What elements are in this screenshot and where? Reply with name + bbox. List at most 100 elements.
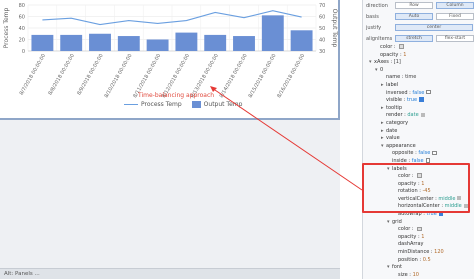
legend-process-temp[interactable]: Process Temp bbox=[124, 101, 182, 108]
property-value[interactable]: 10 bbox=[413, 272, 419, 278]
option-row-3: alignItems stretch flex-start bbox=[363, 33, 474, 44]
option-button[interactable]: Column bbox=[436, 2, 474, 9]
property-value[interactable]: middle bbox=[445, 203, 462, 209]
property-row[interactable]: ▸ category bbox=[363, 120, 474, 128]
option-button[interactable]: stretch bbox=[395, 35, 433, 42]
property-row[interactable]: ▾ grid bbox=[363, 219, 474, 227]
property-value[interactable]: true bbox=[427, 211, 437, 217]
property-value[interactable]: middle bbox=[438, 196, 455, 202]
property-row[interactable]: visible : true bbox=[363, 97, 474, 105]
y-right-tick-label: 70 bbox=[319, 3, 325, 9]
property-editor: direction Row Column basis Auto Fixed justify c… bbox=[362, 0, 474, 279]
property-key: render bbox=[386, 112, 403, 119]
color-swatch[interactable] bbox=[399, 44, 404, 49]
option-button[interactable]: center bbox=[395, 24, 473, 31]
dropdown-icon[interactable] bbox=[463, 203, 468, 208]
property-value[interactable]: 1 bbox=[403, 52, 406, 58]
property-row[interactable]: autowrap : true bbox=[363, 211, 474, 219]
property-row[interactable]: verticalCenter : middle bbox=[363, 196, 474, 204]
property-row[interactable]: opposite : false bbox=[363, 150, 474, 158]
color-swatch[interactable] bbox=[417, 226, 422, 231]
property-key: color bbox=[398, 226, 411, 233]
property-row[interactable]: ▸ date bbox=[363, 128, 474, 136]
property-row[interactable]: inside : false bbox=[363, 158, 474, 166]
property-value[interactable]: time bbox=[405, 74, 416, 80]
property-row[interactable]: rotation : -45 bbox=[363, 188, 474, 196]
checkbox[interactable] bbox=[425, 158, 431, 163]
property-row[interactable]: opacity : 1 bbox=[363, 181, 474, 189]
property-value[interactable]: false bbox=[412, 90, 424, 96]
property-row[interactable]: ▾ labels bbox=[363, 166, 474, 174]
option-button[interactable]: Auto bbox=[395, 13, 433, 20]
checkbox[interactable] bbox=[426, 89, 431, 95]
property-row[interactable]: color : bbox=[363, 173, 474, 181]
y-left-tick-label: 60 bbox=[19, 15, 25, 21]
property-row[interactable]: ▾ 0 bbox=[363, 67, 474, 75]
layout-options: direction Row Column basis Auto Fixed justify c… bbox=[363, 0, 474, 44]
property-row[interactable]: ▸ tooltip bbox=[363, 105, 474, 113]
property-value[interactable]: -45 bbox=[422, 188, 430, 194]
property-key: label bbox=[386, 81, 399, 88]
property-row[interactable]: opacity : 1 bbox=[363, 52, 474, 60]
property-key: xAxes bbox=[374, 59, 389, 66]
property-value[interactable]: date bbox=[407, 112, 418, 118]
property-row[interactable]: opacity : 1 bbox=[363, 234, 474, 242]
x-tick-label: 8/16/2018 00:00:00 bbox=[276, 53, 306, 99]
property-value[interactable]: 1 bbox=[421, 181, 424, 187]
property-value[interactable]: 120 bbox=[434, 249, 444, 255]
property-row[interactable]: color : bbox=[363, 44, 474, 52]
bar-output-temp bbox=[290, 30, 313, 51]
option-row-1: basis Auto Fixed bbox=[363, 11, 474, 22]
property-key: inversed bbox=[386, 89, 408, 96]
property-row[interactable]: ▾ font bbox=[363, 264, 474, 272]
checkbox[interactable] bbox=[438, 211, 444, 216]
property-row[interactable]: ▾ appearance bbox=[363, 143, 474, 151]
checkbox[interactable] bbox=[419, 97, 424, 102]
option-button[interactable]: Row bbox=[395, 2, 433, 9]
property-key: name bbox=[386, 74, 401, 81]
property-value[interactable]: [1] bbox=[394, 59, 401, 65]
property-row[interactable]: position : 0.5 bbox=[363, 257, 474, 265]
property-value[interactable]: true bbox=[407, 97, 417, 103]
property-value[interactable]: 1 bbox=[421, 234, 424, 240]
property-row[interactable]: dashArray bbox=[363, 241, 474, 249]
x-tick-label: 8/9/2018 00:00:00 bbox=[76, 53, 104, 96]
property-row[interactable]: name : time bbox=[363, 74, 474, 82]
property-separator: : bbox=[410, 173, 416, 180]
color-swatch[interactable] bbox=[417, 173, 422, 178]
option-row-2: justify center bbox=[363, 22, 474, 33]
dropdown-icon[interactable] bbox=[457, 196, 462, 201]
property-row[interactable]: ▾ xAxes : [1] bbox=[363, 59, 474, 67]
designer-canvas: 0 20 40 60 80 30 40 50 60 70 8/7/2018 00:00:00 8/8/… bbox=[0, 0, 340, 279]
property-value[interactable]: false bbox=[418, 150, 430, 156]
property-separator: : bbox=[392, 44, 398, 50]
property-key: autowrap bbox=[398, 211, 422, 218]
property-row[interactable]: size : 10 bbox=[363, 272, 474, 279]
status-bar: Alt: Panels ... bbox=[0, 268, 340, 279]
property-key: tooltip bbox=[386, 104, 402, 111]
property-key: opacity bbox=[398, 180, 417, 187]
property-value[interactable]: false bbox=[412, 158, 424, 164]
option-button[interactable]: flex-start bbox=[436, 35, 474, 42]
bar-output-temp bbox=[233, 36, 255, 51]
property-row[interactable]: inversed : false bbox=[363, 90, 474, 98]
property-key: 0 bbox=[380, 66, 384, 73]
property-value[interactable]: 0.5 bbox=[423, 257, 431, 263]
status-text: Alt: Panels ... bbox=[4, 271, 40, 277]
legend-output-temp-label: Output Temp bbox=[203, 101, 243, 108]
bar-output-temp bbox=[146, 39, 169, 51]
property-key: position bbox=[398, 256, 418, 263]
checkbox[interactable] bbox=[432, 150, 437, 156]
property-row[interactable]: minDistance : 120 bbox=[363, 249, 474, 257]
property-row[interactable]: horizontalCenter : middle bbox=[363, 203, 474, 211]
dropdown-icon[interactable] bbox=[420, 112, 425, 117]
property-row[interactable]: ▸ label bbox=[363, 82, 474, 90]
property-row[interactable]: color : bbox=[363, 226, 474, 234]
legend-output-temp[interactable]: Output Temp bbox=[191, 101, 243, 108]
property-row[interactable]: render : date bbox=[363, 112, 474, 120]
property-tree: color : opacity : 1 ▾ xAxes : [1] ▾ 0 name : … bbox=[363, 44, 474, 279]
property-row[interactable]: ▸ value bbox=[363, 135, 474, 143]
option-button[interactable]: Fixed bbox=[436, 13, 474, 20]
chart-component[interactable]: 0 20 40 60 80 30 40 50 60 70 8/7/2018 00:00:00 8/8/… bbox=[0, 0, 340, 120]
property-key: category bbox=[386, 119, 409, 126]
